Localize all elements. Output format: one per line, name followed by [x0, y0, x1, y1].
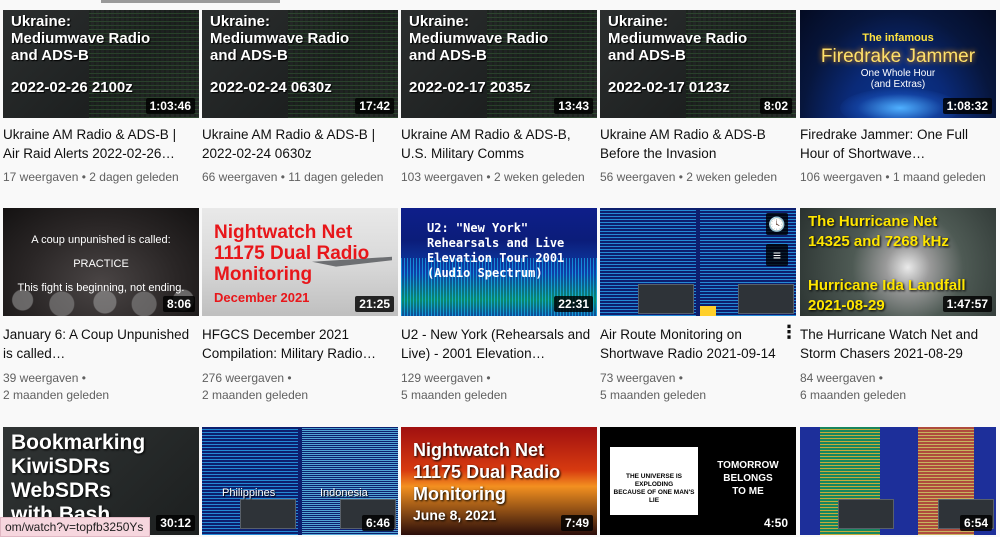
- thumbnail-text: 2022-02-17 0123z: [608, 79, 730, 96]
- video-age: 5 maanden geleden: [401, 388, 508, 402]
- thumbnail-text: Hurricane Ida Landfall 2021-08-29: [808, 277, 966, 314]
- video-title[interactable]: Ukraine AM Radio & ADS-B, U.S. Military …: [401, 125, 591, 163]
- video-metadata: 106 weergaven • 1 maand geleden: [800, 170, 986, 184]
- video-age: 5 maanden geleden: [600, 388, 707, 402]
- video-views: 73 weergaven •: [600, 371, 683, 385]
- thumbnail-text: PRACTICE: [73, 258, 129, 270]
- duration-badge: 6:54: [959, 515, 992, 531]
- thumbnail-text: Indonesia: [320, 487, 368, 499]
- add-to-queue-icon[interactable]: ≡: [766, 244, 788, 266]
- thumbnail-text: Firedrake Jammer: [820, 46, 976, 67]
- thumbnail-text: U2: "New York" Rehearsals and Live Eleva…: [427, 221, 565, 280]
- duration-badge: 22:31: [554, 296, 593, 312]
- video-views: 129 weergaven •: [401, 371, 491, 385]
- thumbnail-text: Philippines: [222, 487, 276, 499]
- thumbnail-text: 2022-02-24 0630z: [210, 79, 332, 96]
- video-thumbnail[interactable]: Ukraine: Mediumwave Radio and ADS-B 2022…: [202, 10, 398, 118]
- video-title[interactable]: Ukraine AM Radio & ADS-B | 2022-02-24 06…: [202, 125, 392, 163]
- video-thumbnail[interactable]: U2: "New York" Rehearsals and Live Eleva…: [401, 208, 597, 316]
- video-thumbnail[interactable]: Nightwatch Net 11175 Dual Radio Monitori…: [202, 208, 398, 316]
- thumbnail-text: The Hurricane Net 14325 and 7268 kHz: [808, 213, 949, 250]
- thumbnail-text: Ukraine: Mediumwave Radio and ADS-B: [409, 13, 549, 64]
- video-title[interactable]: January 6: A Coup Unpunished is called…: [3, 325, 193, 363]
- video-thumbnail[interactable]: Philippines Indonesia 6:46: [202, 427, 398, 535]
- video-title[interactable]: Ukraine AM Radio & ADS-B | Air Raid Aler…: [3, 125, 193, 163]
- video-thumbnail[interactable]: 🕓 ≡: [600, 208, 796, 316]
- video-title[interactable]: U2 - New York (Rehearsals and Live) - 20…: [401, 325, 591, 363]
- thumbnail-text: June 8, 2021: [413, 507, 497, 523]
- duration-badge: 4:50: [759, 515, 792, 531]
- video-thumbnail[interactable]: A coup unpunished is called: PRACTICE Th…: [3, 208, 199, 316]
- duration-badge: 7:49: [560, 515, 593, 531]
- duration-badge: 13:43: [554, 98, 593, 114]
- more-actions-icon[interactable]: ⋮: [780, 322, 798, 343]
- duration-badge: 1:08:32: [942, 98, 992, 114]
- video-views: 39 weergaven •: [3, 371, 86, 385]
- thumbnail-text: TOMORROW BELONGS TO ME: [717, 460, 779, 497]
- loading-progress-bar: [101, 0, 280, 3]
- duration-badge: 1:47:57: [942, 296, 992, 312]
- video-title[interactable]: HFGCS December 2021 Compilation: Militar…: [202, 325, 392, 363]
- duration-badge: 17:42: [355, 98, 394, 114]
- video-title[interactable]: The Hurricane Watch Net and Storm Chaser…: [800, 325, 990, 363]
- thumbnail-text: A coup unpunished is called:: [31, 234, 171, 246]
- video-metadata: 17 weergaven • 2 dagen geleden: [3, 170, 179, 184]
- duration-badge: 30:12: [156, 515, 195, 531]
- video-thumbnail[interactable]: THE UNIVERSE IS EXPLODING BECAUSE OF ONE…: [600, 427, 796, 535]
- video-metadata: 103 weergaven • 2 weken geleden: [401, 170, 585, 184]
- video-metadata: 56 weergaven • 2 weken geleden: [600, 170, 778, 184]
- video-thumbnail[interactable]: The Hurricane Net 14325 and 7268 kHz Hur…: [800, 208, 996, 316]
- thumbnail-text: Nightwatch Net 11175 Dual Radio Monitori…: [214, 222, 370, 285]
- video-age: 6 maanden geleden: [800, 388, 907, 402]
- thumbnail-text: The infamous: [862, 32, 934, 44]
- thumbnail-text: December 2021: [214, 290, 310, 305]
- thumbnail-text: Bookmarking KiwiSDRs WebSDRs with Bash: [11, 431, 146, 526]
- thumbnail-text: THE UNIVERSE IS EXPLODING BECAUSE OF ONE…: [613, 473, 695, 504]
- thumbnail-text: Ukraine: Mediumwave Radio and ADS-B: [608, 13, 748, 64]
- video-metadata: 66 weergaven • 11 dagen geleden: [202, 170, 384, 184]
- video-title[interactable]: Air Route Monitoring on Shortwave Radio …: [600, 325, 790, 363]
- duration-badge: 21:25: [355, 296, 394, 312]
- video-views: 276 weergaven •: [202, 371, 292, 385]
- video-age: 2 maanden geleden: [202, 388, 309, 402]
- video-thumbnail[interactable]: The infamous Firedrake Jammer One Whole …: [800, 10, 996, 118]
- thumbnail-text: 2022-02-17 2035z: [409, 79, 531, 96]
- video-thumbnail[interactable]: Ukraine: Mediumwave Radio and ADS-B 2022…: [600, 10, 796, 118]
- duration-badge: 1:03:46: [145, 98, 195, 114]
- thumbnail-text: Ukraine: Mediumwave Radio and ADS-B: [11, 13, 151, 64]
- thumbnail-text: This fight is beginning, not ending.: [17, 282, 185, 294]
- duration-badge: 8:06: [162, 296, 195, 312]
- duration-badge: 8:02: [759, 98, 792, 114]
- thumbnail-text: Nightwatch Net 11175 Dual Radio Monitori…: [413, 440, 561, 504]
- video-thumbnail[interactable]: Ukraine: Mediumwave Radio and ADS-B 2022…: [3, 10, 199, 118]
- video-thumbnail[interactable]: Nightwatch Net 11175 Dual Radio Monitori…: [401, 427, 597, 535]
- video-title[interactable]: Ukraine AM Radio & ADS-B Before the Inva…: [600, 125, 790, 163]
- clock-icon[interactable]: 🕓: [766, 213, 788, 235]
- video-views: 84 weergaven •: [800, 371, 883, 385]
- video-age: 2 maanden geleden: [3, 388, 110, 402]
- link-status-url: om/watch?v=topfb3250Ys: [0, 517, 151, 537]
- thumbnail-text: 2022-02-26 2100z: [11, 79, 133, 96]
- video-title[interactable]: Firedrake Jammer: One Full Hour of Short…: [800, 125, 990, 163]
- thumbnail-text: One Whole Hour (and Extras): [860, 68, 936, 90]
- thumbnail-text: Ukraine: Mediumwave Radio and ADS-B: [210, 13, 350, 64]
- video-thumbnail[interactable]: 6:54: [800, 427, 996, 535]
- duration-badge: 6:46: [361, 515, 394, 531]
- video-thumbnail[interactable]: Ukraine: Mediumwave Radio and ADS-B 2022…: [401, 10, 597, 118]
